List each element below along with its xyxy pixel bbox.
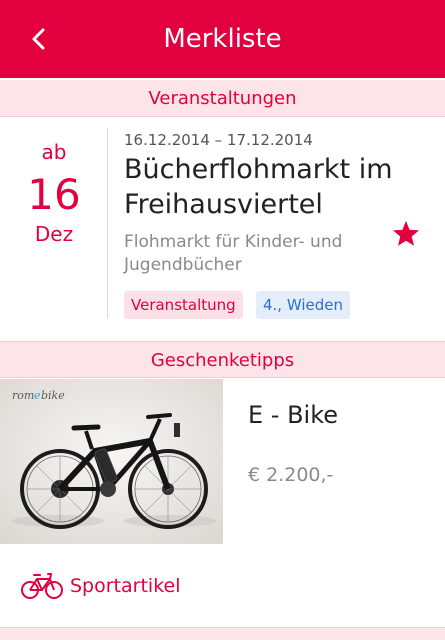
event-description: Flohmarkt für Kinder- und Jugendbücher	[124, 232, 343, 275]
ebike-photo: rom e bike	[0, 379, 223, 544]
app-bar: Merkliste	[0, 0, 445, 78]
event-date-range: 16.12.2014 – 17.12.2014	[124, 131, 313, 149]
favorite-button[interactable]	[391, 219, 421, 249]
section-header-events: Veranstaltungen	[0, 80, 445, 117]
event-date-prefix: ab	[41, 140, 67, 164]
bicycle-icon	[21, 573, 63, 599]
event-card[interactable]: ab 16 Dez 16.12.2014 – 17.12.2014 Bücher…	[0, 118, 445, 340]
event-date-block: ab 16 Dez	[0, 118, 108, 318]
gift-category[interactable]: Sportartikel	[20, 570, 180, 602]
star-icon	[393, 220, 419, 246]
svg-text:bike: bike	[41, 389, 65, 402]
event-date-day: 16	[27, 170, 81, 219]
event-date-month: Dez	[34, 222, 74, 246]
gift-image-ebike[interactable]: rom e bike	[0, 379, 223, 544]
tag-category[interactable]: Veranstaltung	[124, 291, 243, 319]
gift-title[interactable]: E - Bike	[248, 400, 338, 430]
category-label: Sportartikel	[70, 575, 181, 597]
next-section-header	[0, 627, 445, 640]
svg-text:e: e	[34, 389, 41, 402]
event-title: Bücherflohmarkt im Freihausviertel	[124, 154, 393, 220]
page-title: Merkliste	[163, 24, 282, 54]
section-header-gifts: Geschenketipps	[0, 341, 445, 378]
vertical-divider	[107, 128, 108, 318]
tag-district[interactable]: 4., Wieden	[256, 291, 351, 319]
gift-price: € 2.200,-	[248, 464, 334, 486]
image-logo: rom	[12, 389, 34, 402]
